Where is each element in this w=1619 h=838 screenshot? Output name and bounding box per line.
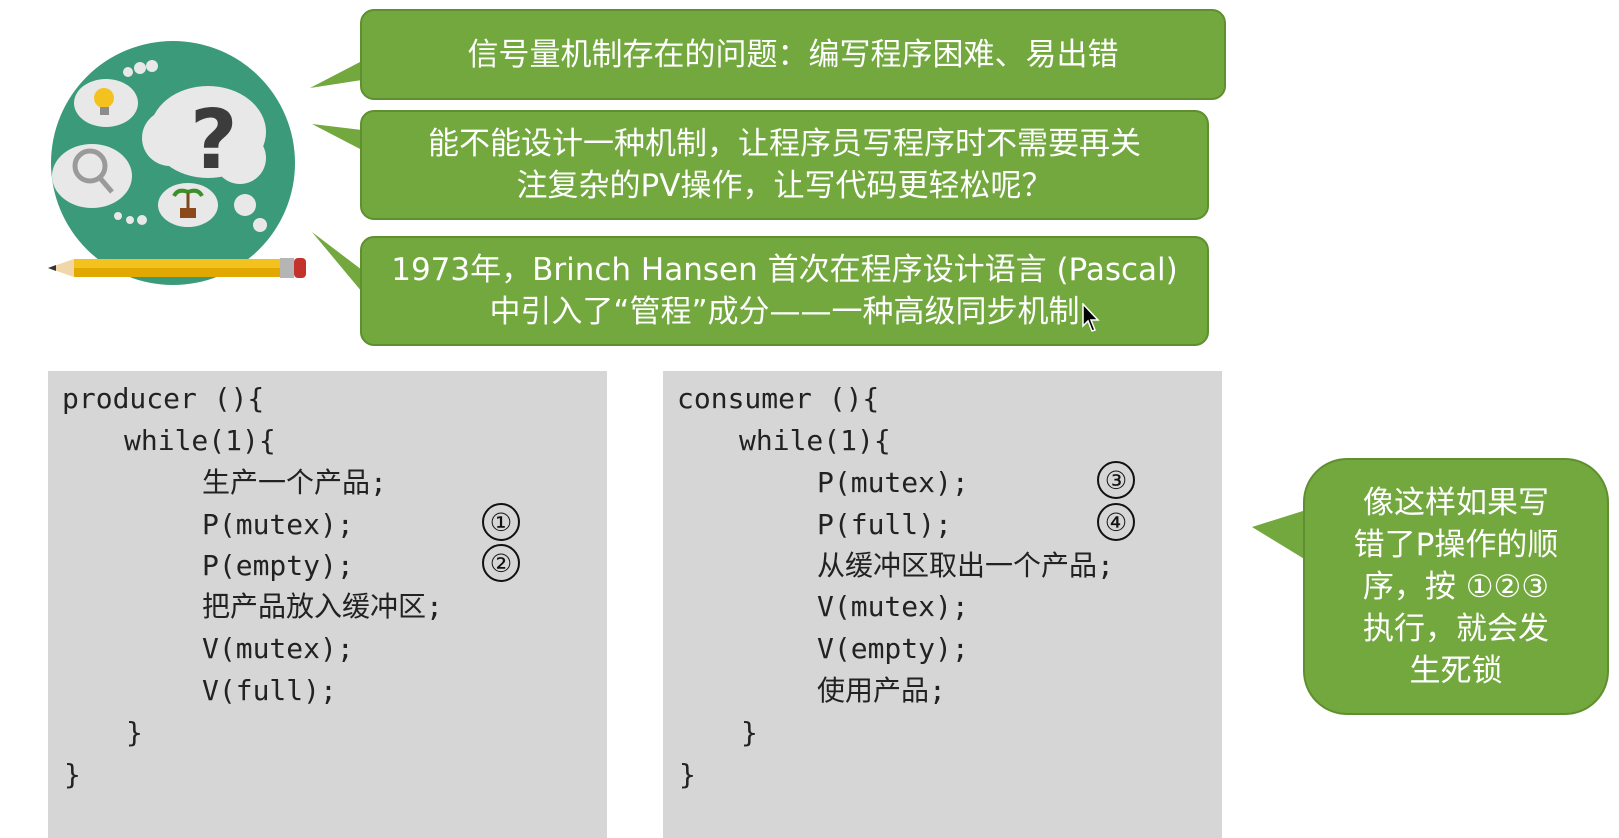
deadlock-line4: 执行，就会发 <box>1363 610 1549 647</box>
code-line: 使用产品; <box>817 674 946 707</box>
code-line: V(full); <box>202 674 337 707</box>
code-line: } <box>741 716 758 749</box>
deadlock-line5: 生死锁 <box>1409 652 1503 689</box>
code-line: } <box>679 758 696 791</box>
code-line: } <box>126 716 143 749</box>
deadlock-line2: 错了P操作的顺 <box>1353 526 1559 563</box>
code-line: V(empty); <box>817 632 969 665</box>
code-line: V(mutex); <box>202 632 354 665</box>
speech-bubble-deadlock: 像这样如果写 错了P操作的顺 序，按 ①②③ 执行，就会发 生死锁 <box>1303 458 1609 715</box>
side-bubble-tail <box>1252 510 1306 560</box>
deadlock-line3: 序，按 ①②③ <box>1362 568 1550 605</box>
deadlock-line1: 像这样如果写 <box>1363 484 1549 521</box>
code-line: } <box>64 758 81 791</box>
